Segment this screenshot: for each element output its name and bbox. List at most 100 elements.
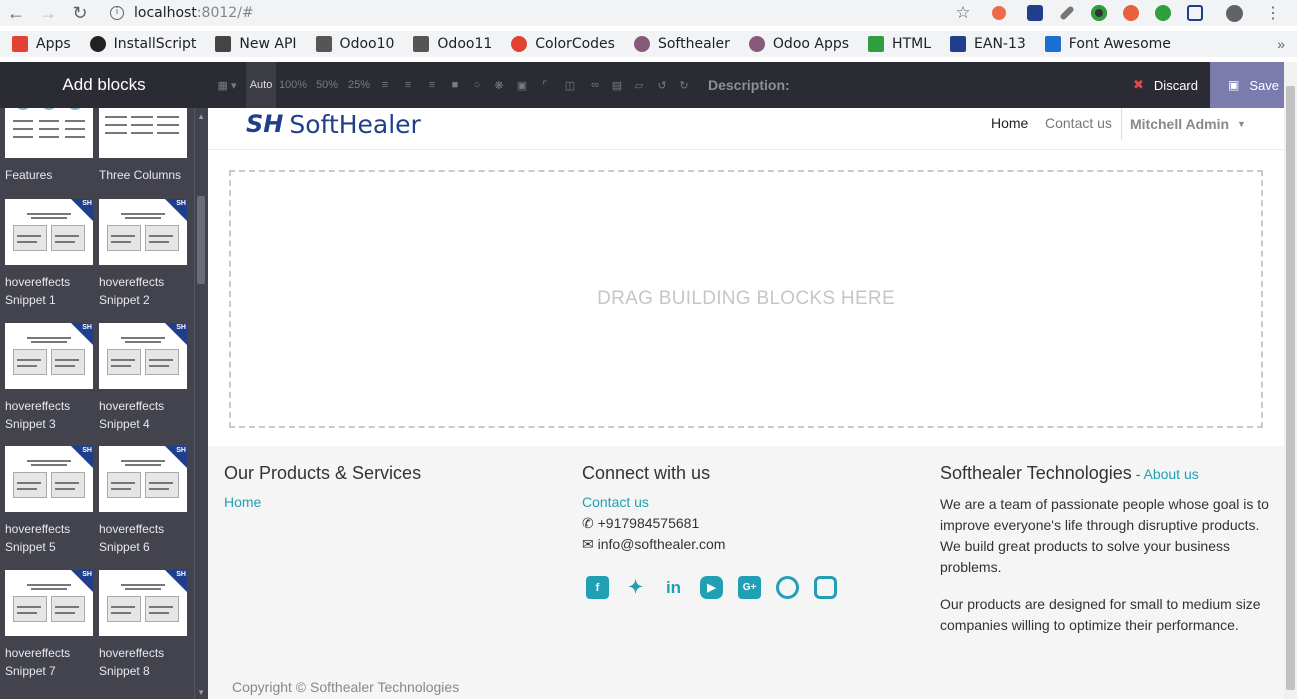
snippet-sidebar[interactable]: Features Three Columns SH hovereffects Snipp…	[0, 108, 208, 699]
star-icon[interactable]: ☆	[947, 0, 979, 26]
snippet-thumbnail[interactable]: SH	[99, 199, 187, 265]
bookmark-colorcodes[interactable]: ColorCodes	[511, 36, 615, 52]
youtube-icon[interactable]: ▶	[700, 576, 723, 599]
bookmarks-overflow-icon[interactable]: »	[1277, 36, 1285, 52]
extension-icon[interactable]	[1083, 0, 1115, 26]
snippet-thumbnail[interactable]: SH	[5, 570, 93, 636]
thumb-line	[111, 365, 131, 367]
thumb-line	[17, 612, 37, 614]
bookmark-odoo11[interactable]: Odoo11	[413, 36, 492, 52]
size-auto-button[interactable]: Auto	[246, 62, 276, 108]
align-center-icon[interactable]: ≡	[396, 62, 420, 108]
snippet-thumbnail[interactable]: SH	[5, 199, 93, 265]
undo-icon[interactable]: ↺	[650, 62, 674, 108]
menu-icon[interactable]: ⋮	[1257, 0, 1289, 26]
extension-icon[interactable]	[979, 0, 1019, 26]
bookmark-label: New API	[239, 36, 297, 52]
bookmark-ean-13[interactable]: EAN-13	[950, 36, 1026, 52]
twitter-icon[interactable]: ✦	[624, 576, 647, 599]
extension-icon[interactable]	[1115, 0, 1147, 26]
snippet-item[interactable]: SH hovereffects Snippet 8	[99, 570, 187, 680]
thumb-line	[13, 120, 33, 122]
bookmark-softhealer[interactable]: Softhealer	[633, 36, 730, 52]
nav-home-link[interactable]: Home	[991, 115, 1028, 131]
snippet-item[interactable]: SH hovereffects Snippet 5	[5, 446, 93, 556]
back-arrow-icon[interactable]: ←	[0, 0, 32, 26]
crop-icon[interactable]: ⌜	[534, 62, 556, 108]
size-50-button[interactable]: 50%	[310, 62, 344, 108]
description-label[interactable]: Description:	[708, 77, 790, 93]
facebook-icon[interactable]: f	[586, 576, 609, 599]
extension-icon[interactable]	[1179, 0, 1211, 26]
extension-icon[interactable]	[1019, 0, 1051, 26]
bookmark-html[interactable]: HTML	[868, 36, 931, 52]
extension-icon[interactable]	[1147, 0, 1179, 26]
layout-dropdown-icon[interactable]: ▦ ▾	[208, 62, 246, 108]
snippet-item[interactable]: SH hovereffects Snippet 1	[5, 199, 93, 309]
logo[interactable]: SH SoftHealer	[246, 110, 421, 139]
user-menu[interactable]: Mitchell Admin ▼	[1121, 108, 1246, 140]
forward-arrow-icon[interactable]: →	[32, 0, 64, 26]
bookmark-label: Odoo11	[437, 36, 493, 52]
scroll-down-icon[interactable]: ▼	[197, 688, 205, 697]
snippet-item[interactable]: Three Columns	[99, 108, 187, 184]
snippet-item[interactable]: SH hovereffects Snippet 4	[99, 323, 187, 433]
size-100-button[interactable]: 100%	[276, 62, 310, 108]
linkedin-icon[interactable]: in	[662, 576, 685, 599]
thumb-line	[55, 359, 79, 361]
footer-about-link[interactable]: About us	[1143, 466, 1198, 482]
align-left-icon[interactable]: ≡	[374, 62, 396, 108]
drop-zone[interactable]: DRAG BUILDING BLOCKS HERE	[229, 170, 1263, 428]
nav-contact-link[interactable]: Contact us	[1045, 115, 1112, 131]
account-icon[interactable]	[1211, 0, 1257, 26]
snippet-thumbnail[interactable]: SH	[99, 323, 187, 389]
discard-button[interactable]: ✖ Discard	[1121, 62, 1210, 108]
footer-contact-link[interactable]: Contact us	[582, 494, 725, 510]
bookmark-new-api[interactable]: New API	[215, 36, 297, 52]
trash-icon[interactable]: ▱	[628, 62, 650, 108]
snippet-thumbnail[interactable]	[99, 108, 187, 158]
image-icon[interactable]: ▣	[510, 62, 534, 108]
footer-home-link[interactable]: Home	[224, 494, 421, 510]
snippet-item[interactable]: SH hovereffects Snippet 3	[5, 323, 93, 433]
book-icon	[215, 36, 232, 52]
snippet-item[interactable]: Features	[5, 108, 93, 184]
sidebar-scroll-thumb[interactable]	[197, 196, 205, 284]
instagram-icon[interactable]	[814, 576, 837, 599]
snippet-item[interactable]: SH hovereffects Snippet 7	[5, 570, 93, 680]
transform-icon[interactable]: ◫	[556, 62, 584, 108]
info-icon[interactable]: i	[110, 6, 124, 20]
align-right-icon[interactable]: ≡	[420, 62, 444, 108]
shape-circle-icon[interactable]: ○	[466, 62, 488, 108]
snippet-label-line-2: Snippet 6	[99, 540, 150, 554]
address-bar[interactable]: i localhost:8012/#	[110, 5, 254, 21]
thumb-line	[55, 365, 75, 367]
snippet-thumbnail[interactable]: SH	[99, 570, 187, 636]
github-icon[interactable]	[776, 576, 799, 599]
page-scroll-thumb[interactable]	[1286, 86, 1295, 690]
page-scrollbar[interactable]	[1284, 62, 1297, 699]
snippet-item[interactable]: SH hovereffects Snippet 6	[99, 446, 187, 556]
bookmark-installscript[interactable]: InstallScript	[89, 36, 196, 52]
bookmark-apps[interactable]: Apps	[12, 36, 71, 52]
link-icon[interactable]: ∞	[584, 62, 606, 108]
sidebar-scrollbar[interactable]: ▲ ▼	[194, 108, 208, 699]
snippet-item[interactable]: SH hovereffects Snippet 2	[99, 199, 187, 309]
shape-thumbnail-icon[interactable]: ❋	[488, 62, 510, 108]
reload-icon[interactable]: ↻	[64, 0, 96, 26]
bookmark-odoo-apps[interactable]: Odoo Apps	[748, 36, 849, 52]
shape-square-icon[interactable]: ■	[444, 62, 466, 108]
google-plus-icon[interactable]: G+	[738, 576, 761, 599]
snippet-thumbnail[interactable]	[5, 108, 93, 158]
media-icon[interactable]: ▤	[606, 62, 628, 108]
extension-icon[interactable]	[1051, 0, 1083, 26]
size-25-button[interactable]: 25%	[344, 62, 374, 108]
snippet-thumbnail[interactable]: SH	[5, 323, 93, 389]
redo-icon[interactable]: ↻	[674, 62, 694, 108]
scroll-up-icon[interactable]: ▲	[197, 112, 205, 121]
bookmark-odoo10[interactable]: Odoo10	[315, 36, 394, 52]
snippet-thumbnail[interactable]: SH	[99, 446, 187, 512]
bookmark-font-awesome[interactable]: Font Awesome	[1044, 36, 1171, 52]
snippet-label: Three Columns	[99, 166, 187, 184]
snippet-thumbnail[interactable]: SH	[5, 446, 93, 512]
